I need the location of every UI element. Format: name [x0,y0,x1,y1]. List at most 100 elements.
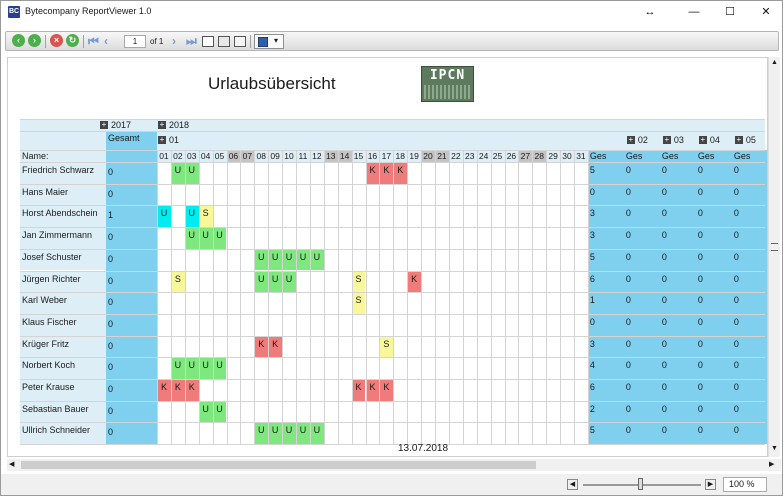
close-button[interactable]: ✕ [748,1,783,23]
expand-month-02-icon[interactable]: + [626,136,635,144]
day-mark: U [198,357,213,379]
page-number-input[interactable]: 1 [124,35,146,48]
day-header-19: 19 [409,151,419,161]
group-header-2018: 2018 [169,120,190,130]
ges-05-value: 0 [733,382,739,392]
day-header-20: 20 [421,150,435,162]
day-mark: U [282,270,296,293]
next-page-icon[interactable]: › [172,34,176,49]
ges-04-value: 0 [697,360,703,371]
resize-icon[interactable]: ↔ [632,1,668,23]
previous-page-icon[interactable]: ‹ [104,34,108,49]
page-setup-icon[interactable] [218,36,230,47]
grid-line [20,379,765,380]
ges-04-value: 0 [697,295,703,306]
group-header-2017: 2017 [111,120,132,130]
ges-03-value: 0 [661,165,667,175]
month-header-01: 01 [169,135,180,145]
grid-line [20,227,765,229]
day-header-22: 22 [451,151,461,161]
gesamt-value: 0 [108,427,114,438]
zoom-out-icon[interactable]: ◀ [567,479,578,490]
ges-01-value: 4 [589,360,595,371]
gesamt-header: Gesamt [108,133,140,143]
employee-name: Klaus Fischer [22,316,77,327]
day-mark: K [365,162,380,184]
layout-icon[interactable] [202,36,214,47]
zoom-level-field[interactable]: 100 % [723,477,767,492]
collapse-2018-icon[interactable]: + [158,121,166,129]
ges-01-value: 5 [589,165,595,175]
save-dropdown[interactable]: ▾ [254,34,284,49]
forward-icon[interactable]: › [28,34,41,47]
day-mark: K [157,379,171,401]
zoom-in-icon[interactable]: ▶ [705,479,716,490]
ges-02-value: 0 [625,295,631,306]
grid-line [20,248,765,250]
day-header-01: 01 [159,151,169,161]
day-mark: U [184,227,199,249]
ges-03-value: 0 [661,425,667,436]
first-page-icon[interactable]: ⏮ [88,34,99,49]
day-mark: K [407,270,422,293]
refresh-icon[interactable]: ↻ [66,34,79,47]
expand-month-05-icon[interactable]: + [734,136,743,144]
scroll-thumb[interactable] [771,243,778,251]
employee-name: Josef Schuster [22,251,82,262]
day-header-16: 16 [367,151,378,161]
ges-01-value: 3 [589,338,595,349]
gesamt-value: 0 [108,297,114,308]
scroll-down-icon[interactable]: ▼ [771,445,778,452]
scroll-left-icon[interactable]: ◀ [9,460,14,468]
vertical-scrollbar[interactable]: ▲ ▼ [768,57,780,457]
day-header-02: 02 [173,151,183,161]
collapse-month-01-icon[interactable]: + [158,136,166,144]
scroll-thumb[interactable] [21,461,536,469]
ges-02-value: 0 [625,425,631,436]
employee-name: Horst Abendschein [22,208,98,219]
employee-name: Ullrich Schneider [22,425,91,436]
horizontal-scrollbar[interactable]: ◀ ▶ [7,459,781,471]
ges-02-value: 0 [625,338,631,349]
day-mark: K [379,162,394,184]
employee-name: Friedrich Schwarz [22,165,95,175]
ges-01-value: 5 [589,425,595,436]
gesamt-value: 0 [108,384,114,394]
expand-month-03-icon[interactable]: + [662,136,671,144]
ges-02-value: 0 [625,360,631,371]
grid-line [20,444,765,446]
expand-2017-icon[interactable]: + [100,121,108,129]
minimize-button[interactable]: — [676,1,712,23]
ges-05-value: 0 [733,186,739,197]
day-header-03: 03 [187,151,197,161]
grid-line [20,162,765,163]
day-mark: U [212,357,227,379]
zoom-slider-thumb[interactable] [638,478,643,490]
stop-icon[interactable]: × [50,34,63,47]
grid-line [20,313,765,315]
total-header: Ges [697,151,715,161]
maximize-button[interactable]: ☐ [712,1,748,23]
month-header-05: 05 [745,135,756,145]
employee-name: Karl Weber [22,295,67,306]
day-header-27: 27 [518,150,533,162]
scroll-right-icon[interactable]: ▶ [769,460,774,468]
ges-03-value: 0 [661,338,667,349]
day-header-18: 18 [395,151,405,161]
day-header-06: 06 [226,150,241,162]
scroll-up-icon[interactable]: ▲ [771,59,778,66]
day-header-17: 17 [381,151,392,161]
expand-month-04-icon[interactable]: + [698,136,707,144]
ges-05-value: 0 [733,165,739,175]
last-page-icon[interactable]: ⏭ [186,34,197,49]
back-icon[interactable]: ‹ [12,34,25,47]
chevron-down-icon: ▾ [274,36,279,45]
ges-05-value: 0 [733,360,739,371]
grid-line [20,357,765,359]
day-header-26: 26 [506,151,517,161]
print-icon[interactable] [234,36,246,47]
day-header-25: 25 [492,151,503,161]
ges-01-value: 0 [589,316,595,327]
day-mark: S [170,270,185,293]
ges-04-value: 0 [697,208,703,219]
